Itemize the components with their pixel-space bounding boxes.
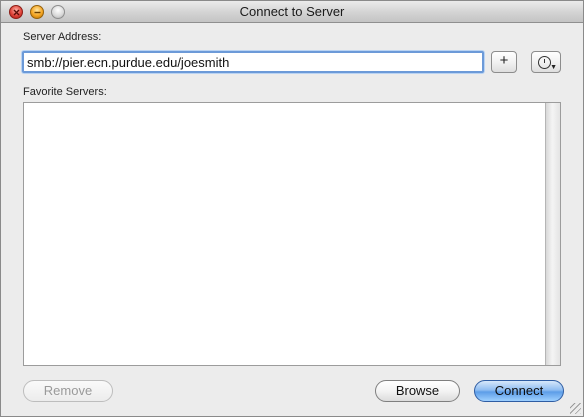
favorite-servers-label: Favorite Servers: [23,86,107,98]
connect-button[interactable]: Connect [474,380,564,402]
recent-servers-button[interactable]: ▼ [531,51,561,73]
connect-to-server-window: Connect to Server Server Address: + ▼ Fa… [0,0,584,417]
clock-icon [538,56,551,69]
browse-button[interactable]: Browse [375,380,460,402]
server-address-input[interactable] [22,51,484,73]
favorite-servers-list[interactable] [23,102,561,366]
add-to-favorites-button[interactable]: + [491,51,517,73]
window-title: Connect to Server [239,4,345,19]
resize-grip[interactable] [570,403,581,414]
remove-button[interactable]: Remove [23,380,113,402]
title-bar: Connect to Server [1,1,583,23]
chevron-down-icon: ▼ [550,64,557,71]
favorites-scrollbar[interactable] [545,103,560,365]
server-address-label: Server Address: [23,31,102,43]
